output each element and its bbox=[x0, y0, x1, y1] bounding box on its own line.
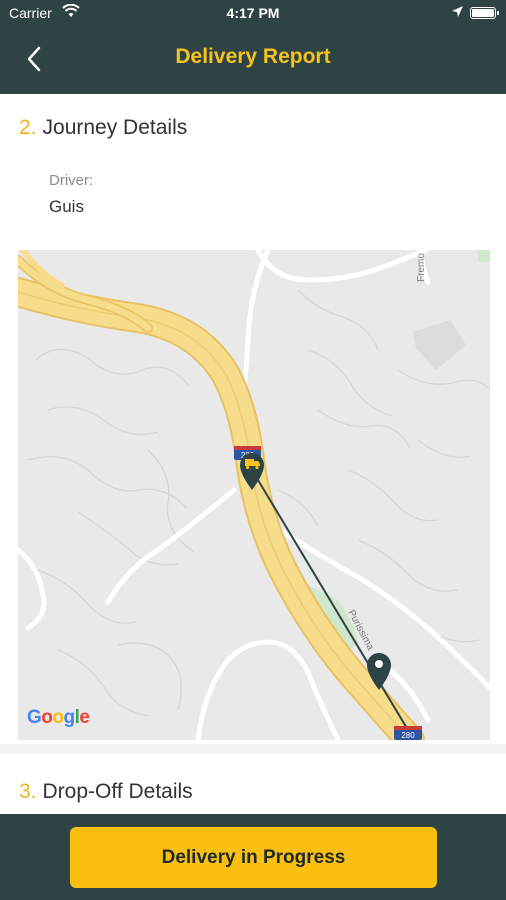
journey-card: 2. Journey Details Driver: Guis 280 Frem… bbox=[0, 94, 506, 744]
page-title: Delivery Report bbox=[175, 45, 331, 68]
battery-icon bbox=[470, 7, 499, 19]
shield-bottom-label: 280 bbox=[401, 731, 415, 740]
dropoff-section-number: 3. bbox=[19, 780, 37, 803]
dropoff-section-label: Drop-Off Details bbox=[42, 780, 193, 803]
map-graphic: 280 280 Fremo Purissima bbox=[18, 250, 490, 740]
journey-section-number: 2. bbox=[19, 116, 37, 139]
content-scroll[interactable]: 2. Journey Details Driver: Guis 280 Frem… bbox=[0, 94, 506, 814]
journey-map[interactable]: 280 280 Fremo Purissima bbox=[18, 250, 490, 740]
location-arrow-icon bbox=[451, 5, 464, 21]
status-bar: Carrier 4:17 PM bbox=[0, 0, 506, 26]
driver-name: Guis bbox=[49, 197, 84, 216]
dropoff-card: 3. Drop-Off Details bbox=[0, 754, 506, 814]
dropoff-section-title: 3. Drop-Off Details bbox=[19, 780, 193, 804]
bottom-bar: Delivery in Progress bbox=[0, 814, 506, 900]
street-label-fremont: Fremo bbox=[416, 253, 427, 282]
google-logo: Google bbox=[27, 707, 90, 728]
journey-section-title: 2. Journey Details bbox=[19, 116, 187, 140]
highway-shield-bottom: 280 bbox=[394, 726, 422, 740]
driver-label: Driver: bbox=[49, 172, 94, 189]
delivery-status-button[interactable]: Delivery in Progress bbox=[70, 827, 437, 888]
top-bar: Carrier 4:17 PM Delivery Report bbox=[0, 0, 506, 94]
journey-section-label: Journey Details bbox=[42, 116, 188, 139]
status-time: 4:17 PM bbox=[226, 5, 280, 21]
